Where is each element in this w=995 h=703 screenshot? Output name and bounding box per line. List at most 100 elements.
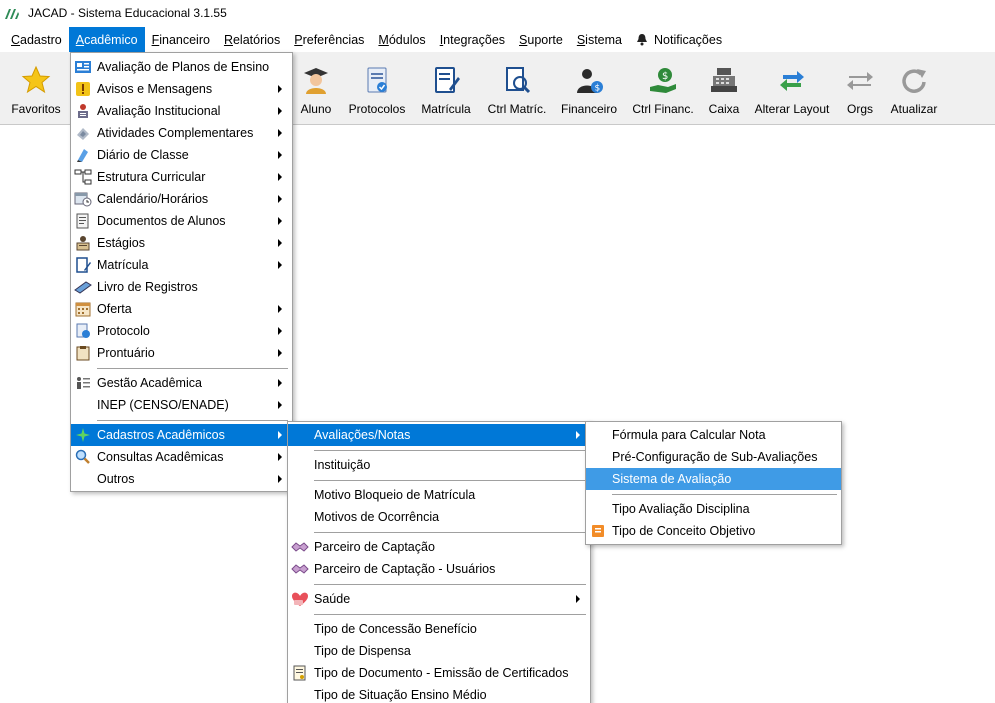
menu-item-documentos-alunos[interactable]: Documentos de Alunos: [71, 210, 292, 232]
menu-item-parceiro-captacao-usuarios[interactable]: Parceiro de Captação - Usuários: [288, 558, 590, 580]
internship-icon: [74, 235, 92, 251]
money-hand-icon: $: [647, 64, 679, 96]
menu-modulos[interactable]: Módulos: [371, 27, 432, 52]
menu-item-tipo-concessao-beneficio[interactable]: Tipo de Concessão Benefício: [288, 618, 590, 640]
enrollment-form-icon: [430, 64, 462, 96]
menu-item-estagios[interactable]: Estágios: [71, 232, 292, 254]
record-book-icon: [74, 279, 92, 295]
submenu-arrow-icon: [278, 129, 282, 137]
menu-item-protocolo[interactable]: Protocolo: [71, 320, 292, 342]
toolbar-protocolos-button[interactable]: Protocolos: [344, 52, 410, 124]
menu-item-estrutura-curricular[interactable]: Estrutura Curricular: [71, 166, 292, 188]
institutional-evaluation-icon: [74, 103, 92, 119]
star-icon: [20, 64, 52, 96]
submenu-arrow-icon: [278, 107, 282, 115]
toolbar-financeiro-button[interactable]: $ Financeiro: [558, 52, 620, 124]
menu-item-outros[interactable]: Outros: [71, 468, 292, 490]
toolbar-caixa-button[interactable]: Caixa: [704, 52, 744, 124]
menu-item-sistema-avaliacao[interactable]: Sistema de Avaliação: [586, 468, 841, 490]
menu-preferencias[interactable]: Preferências: [287, 27, 371, 52]
submenu-arrow-icon: [278, 327, 282, 335]
toolbar-atualizar-button[interactable]: Atualizar: [888, 52, 940, 124]
menu-item-parceiro-captacao[interactable]: Parceiro de Captação: [288, 536, 590, 558]
cadastros-academicos-menu: Avaliações/Notas Instituição Motivo Bloq…: [287, 421, 591, 703]
menu-item-diario-classe[interactable]: Diário de Classe: [71, 144, 292, 166]
submenu-arrow-icon: [278, 239, 282, 247]
menu-item-instituicao[interactable]: Instituição: [288, 454, 590, 476]
teaching-plan-icon: [74, 59, 92, 75]
menu-item-motivos-ocorrencia[interactable]: Motivos de Ocorrência: [288, 506, 590, 528]
bell-icon: [636, 33, 650, 47]
sparkle-icon: [74, 427, 92, 443]
menu-item-cadastros-academicos[interactable]: Cadastros Acadêmicos: [71, 424, 292, 446]
class-diary-icon: [74, 147, 92, 163]
submenu-arrow-icon: [278, 217, 282, 225]
toolbar-alterar-layout-button[interactable]: Alterar Layout: [752, 52, 832, 124]
warning-note-icon: [74, 81, 92, 97]
menu-item-calendario-horarios[interactable]: Calendário/Horários: [71, 188, 292, 210]
menu-item-atividades-complementares[interactable]: Atividades Complementares: [71, 122, 292, 144]
menu-separator: [288, 528, 590, 536]
title-bar: JACAD - Sistema Educacional 3.1.55: [0, 0, 995, 26]
toolbar-ctrl-matric-button[interactable]: Ctrl Matríc.: [484, 52, 550, 124]
financial-person-icon: $: [573, 64, 605, 96]
handshake-icon: [291, 539, 309, 555]
menu-item-tipo-avaliacao-disciplina[interactable]: Tipo Avaliação Disciplina: [586, 498, 841, 520]
menu-item-pre-configuracao-sub-avaliacoes[interactable]: Pré-Configuração de Sub-Avaliações: [586, 446, 841, 468]
health-heart-icon: [291, 591, 309, 607]
menu-separator: [288, 580, 590, 588]
submenu-arrow-icon: [278, 475, 282, 483]
menu-item-formula-calcular-nota[interactable]: Fórmula para Calcular Nota: [586, 424, 841, 446]
menu-relatorios[interactable]: Relatórios: [217, 27, 287, 52]
menu-cadastro[interactable]: Cadastro: [4, 27, 69, 52]
toolbar-orgs-button[interactable]: Orgs: [840, 52, 880, 124]
app-window: JACAD - Sistema Educacional 3.1.55 Cadas…: [0, 0, 995, 703]
menu-item-tipo-dispensa[interactable]: Tipo de Dispensa: [288, 640, 590, 662]
menu-item-inep[interactable]: INEP (CENSO/ENADE): [71, 394, 292, 416]
menu-item-tipo-conceito-objetivo[interactable]: Tipo de Conceito Objetivo: [586, 520, 841, 542]
submenu-arrow-icon: [278, 431, 282, 439]
menu-item-avaliacao-institucional[interactable]: Avaliação Institucional: [71, 100, 292, 122]
toolbar-matricula-button[interactable]: Matrícula: [416, 52, 476, 124]
menu-item-saude[interactable]: Saúde: [288, 588, 590, 610]
toolbar-aluno-button[interactable]: Aluno: [294, 52, 338, 124]
menu-item-avaliacao-planos-ensino[interactable]: Avaliação de Planos de Ensino: [71, 56, 292, 78]
menu-sistema[interactable]: Sistema: [570, 27, 629, 52]
enrollment-icon: [74, 257, 92, 273]
menu-item-matricula[interactable]: Matrícula: [71, 254, 292, 276]
protocol-icon: [74, 323, 92, 339]
menu-item-avaliacoes-notas[interactable]: Avaliações/Notas: [288, 424, 590, 446]
handshake-icon: [291, 561, 309, 577]
menu-suporte[interactable]: Suporte: [512, 27, 570, 52]
refresh-icon: [898, 64, 930, 96]
protocol-document-icon: [361, 64, 393, 96]
svg-text:$: $: [595, 84, 601, 94]
menu-item-oferta[interactable]: Oferta: [71, 298, 292, 320]
jacad-logo-icon: [4, 6, 22, 20]
student-icon: [300, 64, 332, 96]
menu-item-motivo-bloqueio-matricula[interactable]: Motivo Bloqueio de Matrícula: [288, 484, 590, 506]
menu-integracoes[interactable]: Integrações: [433, 27, 512, 52]
menu-academico[interactable]: Acadêmico: [68, 27, 145, 52]
menu-item-gestao-academica[interactable]: Gestão Acadêmica: [71, 372, 292, 394]
menu-separator: [288, 476, 590, 484]
menu-separator: [288, 610, 590, 618]
swap-layout-icon: [776, 64, 808, 96]
svg-text:$: $: [662, 71, 668, 82]
toolbar-ctrl-financ-button[interactable]: $ Ctrl Financ.: [630, 52, 696, 124]
menu-separator: [288, 446, 590, 454]
submenu-arrow-icon: [278, 261, 282, 269]
toolbar-favoritos-button[interactable]: Favoritos: [6, 52, 66, 124]
menu-item-tipo-documento-certificados[interactable]: Tipo de Documento - Emissão de Certifica…: [288, 662, 590, 684]
menu-item-avisos-mensagens[interactable]: Avisos e Mensagens: [71, 78, 292, 100]
curriculum-structure-icon: [74, 169, 92, 185]
menu-notificacoes[interactable]: Notificações: [629, 27, 729, 52]
activities-icon: [74, 125, 92, 141]
student-documents-icon: [74, 213, 92, 229]
menu-item-tipo-situacao-ensino-medio[interactable]: Tipo de Situação Ensino Médio: [288, 684, 590, 703]
menu-item-livro-registros[interactable]: Livro de Registros: [71, 276, 292, 298]
submenu-arrow-icon: [278, 379, 282, 387]
menu-financeiro[interactable]: Financeiro: [145, 27, 217, 52]
menu-item-prontuario[interactable]: Prontuário: [71, 342, 292, 364]
menu-item-consultas-academicas[interactable]: Consultas Acadêmicas: [71, 446, 292, 468]
